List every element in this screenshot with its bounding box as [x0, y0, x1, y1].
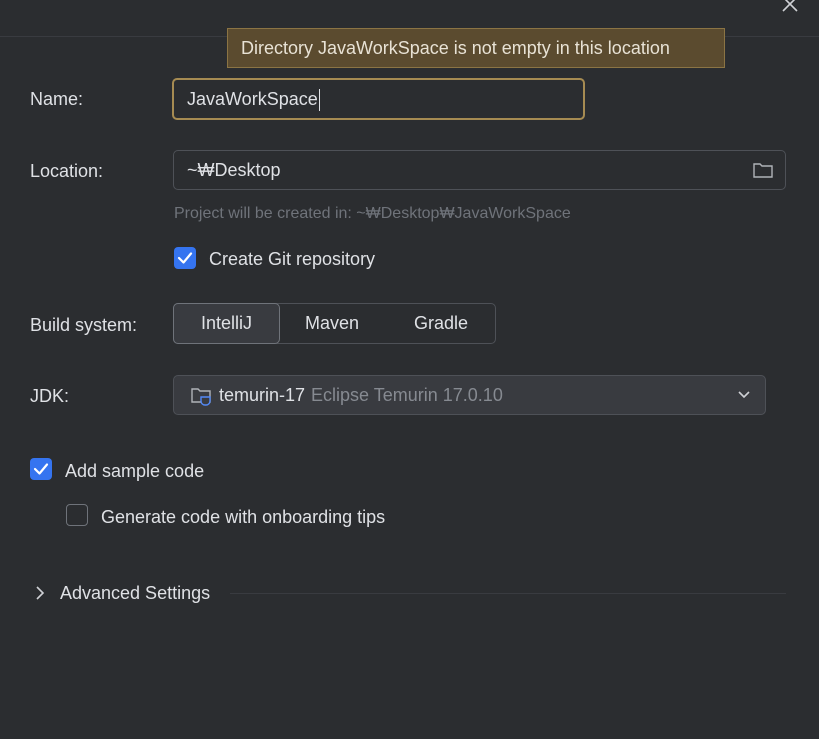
- build-system-selector: IntelliJ Maven Gradle: [173, 303, 496, 344]
- sample-code-label[interactable]: Add sample code: [65, 461, 204, 482]
- onboarding-tips-label[interactable]: Generate code with onboarding tips: [101, 507, 385, 528]
- jdk-selected: temurin-17 Eclipse Temurin 17.0.10: [219, 385, 503, 405]
- jdk-label: JDK:: [30, 386, 70, 406]
- build-option-intellij[interactable]: IntelliJ: [173, 303, 280, 344]
- build-option-maven[interactable]: Maven: [280, 304, 384, 343]
- jdk-description: Eclipse Temurin 17.0.10: [311, 385, 503, 405]
- onboarding-tips-checkbox[interactable]: [66, 504, 88, 526]
- location-input[interactable]: ~₩Desktop: [173, 150, 786, 190]
- close-icon[interactable]: [778, 0, 802, 16]
- advanced-settings-divider: [230, 593, 786, 594]
- name-label: Name:: [30, 89, 84, 109]
- check-icon: [177, 252, 193, 264]
- check-icon: [33, 463, 49, 475]
- git-checkbox-label[interactable]: Create Git repository: [209, 249, 375, 270]
- error-tooltip: Directory JavaWorkSpace is not empty in …: [227, 28, 725, 68]
- jdk-dropdown[interactable]: temurin-17 Eclipse Temurin 17.0.10: [173, 375, 766, 415]
- chevron-down-icon: [738, 391, 750, 399]
- git-checkbox[interactable]: [174, 247, 196, 269]
- build-option-gradle[interactable]: Gradle: [386, 304, 496, 343]
- jdk-folder-icon: [191, 388, 211, 406]
- chevron-right-icon[interactable]: [34, 585, 46, 601]
- name-input-value: JavaWorkSpace: [187, 80, 320, 118]
- name-input[interactable]: JavaWorkSpace: [172, 78, 585, 120]
- sample-code-checkbox[interactable]: [30, 458, 52, 480]
- location-label: Location:: [30, 161, 104, 181]
- text-caret: [318, 89, 320, 112]
- advanced-settings-toggle[interactable]: Advanced Settings: [60, 583, 210, 604]
- folder-icon[interactable]: [752, 160, 774, 180]
- location-input-value: ~₩Desktop: [187, 160, 281, 180]
- location-hint: Project will be created in: ~₩Desktop₩Ja…: [174, 205, 571, 222]
- build-system-label: Build system:: [30, 315, 138, 335]
